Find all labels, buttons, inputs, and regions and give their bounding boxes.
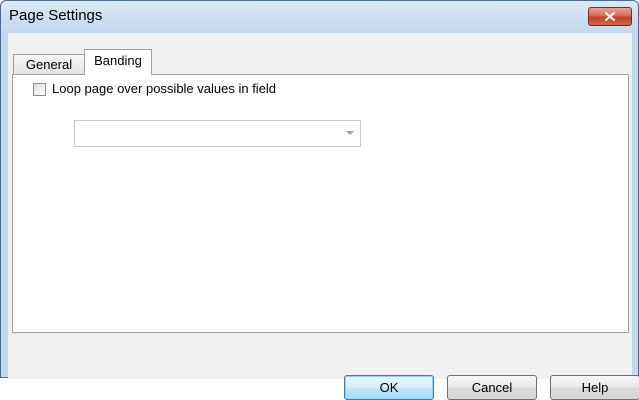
chevron-down-icon[interactable] xyxy=(346,131,354,135)
cancel-button[interactable]: Cancel xyxy=(447,375,537,400)
page-settings-dialog: Page Settings General Banding OK Cancel … xyxy=(0,0,639,400)
loop-page-checkbox[interactable] xyxy=(33,83,46,96)
tab-banding[interactable]: Banding xyxy=(84,49,152,75)
loop-page-checkbox-label[interactable]: Loop page over possible values in field xyxy=(52,81,276,96)
window-title: Page Settings xyxy=(9,7,103,24)
close-button[interactable] xyxy=(588,7,632,26)
field-combobox[interactable] xyxy=(74,120,361,147)
title-bar[interactable]: Page Settings xyxy=(1,1,638,33)
banding-tab-panel: Loop page over possible values in field xyxy=(12,74,629,333)
close-x-icon xyxy=(605,12,615,21)
ok-button[interactable]: OK xyxy=(344,375,434,400)
help-button[interactable]: Help xyxy=(550,375,639,400)
tab-general[interactable]: General xyxy=(13,54,85,74)
